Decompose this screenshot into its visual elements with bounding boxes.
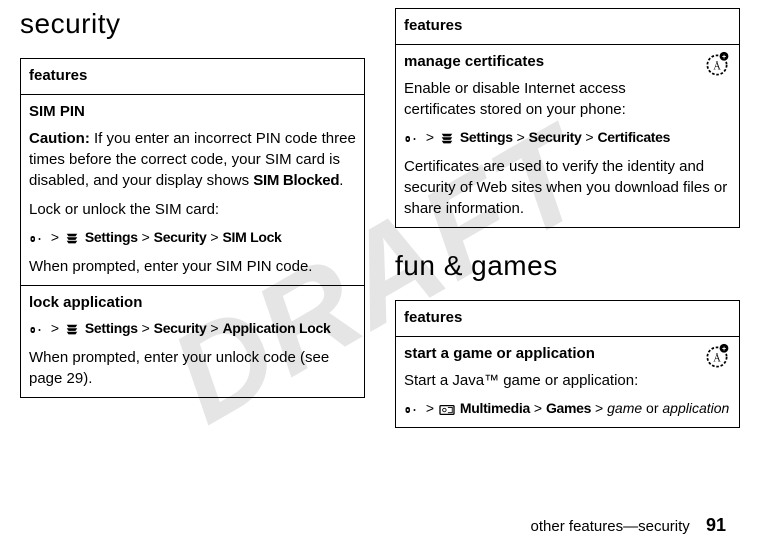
path-or: or xyxy=(642,400,662,416)
menu-key-icon xyxy=(404,400,422,420)
caution-paragraph: Caution: If you enter an incorrect PIN c… xyxy=(29,128,356,191)
path-sep: > xyxy=(138,320,154,336)
nav-path: > Multimedia > Games > game or applicati… xyxy=(404,399,731,419)
table-row: SIM PIN Caution: If you enter an incorre… xyxy=(21,95,365,286)
left-column: security features SIM PIN Caution: If yo… xyxy=(20,8,365,428)
path-sep: > xyxy=(47,320,63,336)
nav-path: > Settings > Security > Certificates xyxy=(404,128,731,148)
svg-text:Å: Å xyxy=(713,352,721,364)
menu-key-icon xyxy=(404,129,422,149)
table-row: +Å manage certificates Enable or disable… xyxy=(396,45,740,228)
footer-text: other features—security xyxy=(531,518,690,535)
table-row: lock application > Settings > Security >… xyxy=(21,286,365,398)
path-sep: > xyxy=(207,320,223,336)
path-sep: > xyxy=(582,129,598,145)
instruction-line: Lock or unlock the SIM card: xyxy=(29,199,356,220)
path-certificates: Certificates xyxy=(597,129,670,145)
accessibility-icon: +Å xyxy=(703,343,731,377)
path-sep: > xyxy=(207,229,223,245)
sim-blocked-code: SIM Blocked xyxy=(253,172,339,189)
accessibility-icon: +Å xyxy=(703,51,731,85)
settings-icon xyxy=(63,229,81,249)
fun-games-features-table: features +Å start a game or application … xyxy=(395,300,740,428)
path-sep: > xyxy=(422,129,438,145)
svg-text:Å: Å xyxy=(713,60,721,72)
settings-icon xyxy=(63,320,81,340)
table-row: +Å start a game or application Start a J… xyxy=(396,337,740,428)
right-column: features +Å manage certificates Enable o… xyxy=(395,8,740,428)
path-app-italic: application xyxy=(662,400,729,416)
path-app-lock: Application Lock xyxy=(222,320,330,336)
instruction-line: When prompted, enter your unlock code (s… xyxy=(29,347,356,389)
menu-key-icon xyxy=(29,229,47,249)
svg-text:+: + xyxy=(722,346,726,353)
path-sep: > xyxy=(422,400,438,416)
path-sep: > xyxy=(530,400,546,416)
path-games: Games xyxy=(546,400,591,416)
path-security: Security xyxy=(529,129,582,145)
caution-label: Caution: xyxy=(29,130,90,147)
nav-path: > Settings > Security > SIM Lock xyxy=(29,228,356,248)
settings-icon xyxy=(438,129,456,149)
svg-text:+: + xyxy=(722,54,726,61)
path-settings: Settings xyxy=(460,129,513,145)
path-settings: Settings xyxy=(85,229,138,245)
body-text: Start a Java™ game or application: xyxy=(404,370,731,391)
page-footer: other features—security 91 xyxy=(531,515,726,536)
menu-key-icon xyxy=(29,320,47,340)
body-text: Certificates are used to verify the iden… xyxy=(404,156,731,219)
page-content: security features SIM PIN Caution: If yo… xyxy=(0,0,758,428)
heading-security: security xyxy=(20,8,365,40)
body-text: Enable or disable Internet access certif… xyxy=(404,78,731,120)
feature-title-start-game: start a game or application xyxy=(404,343,731,364)
path-settings: Settings xyxy=(85,320,138,336)
table-header-features: features xyxy=(396,9,740,45)
feature-title-sim-pin: SIM PIN xyxy=(29,101,356,122)
security-features-table: features SIM PIN Caution: If you enter a… xyxy=(20,58,365,398)
instruction-line: When prompted, enter your SIM PIN code. xyxy=(29,256,356,277)
certificates-features-table: features +Å manage certificates Enable o… xyxy=(395,8,740,228)
table-header-features: features xyxy=(396,301,740,337)
path-sep: > xyxy=(591,400,607,416)
nav-path: > Settings > Security > Application Lock xyxy=(29,319,356,339)
path-security: Security xyxy=(154,229,207,245)
table-header-features: features xyxy=(21,59,365,95)
heading-fun-games: fun & games xyxy=(395,250,740,282)
feature-title-certificates: manage certificates xyxy=(404,51,731,72)
path-sep: > xyxy=(47,229,63,245)
feature-title-lock-app: lock application xyxy=(29,292,356,313)
path-security: Security xyxy=(154,320,207,336)
path-sim-lock: SIM Lock xyxy=(222,229,281,245)
path-multimedia: Multimedia xyxy=(460,400,530,416)
page-number: 91 xyxy=(706,515,726,535)
path-sep: > xyxy=(138,229,154,245)
multimedia-icon xyxy=(438,400,456,420)
path-game-italic: game xyxy=(607,400,642,416)
path-sep: > xyxy=(513,129,529,145)
